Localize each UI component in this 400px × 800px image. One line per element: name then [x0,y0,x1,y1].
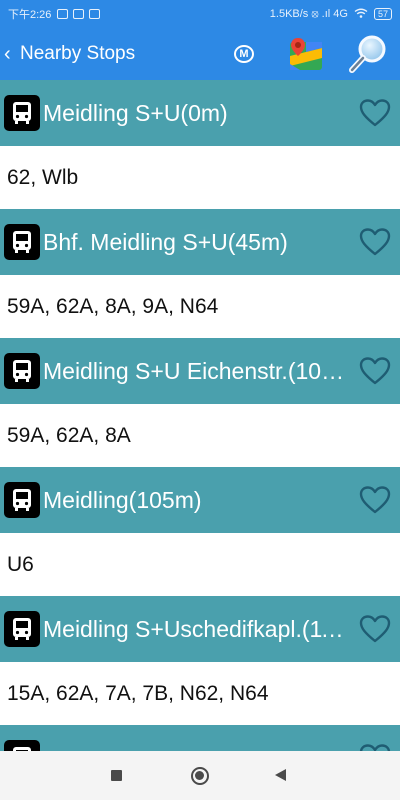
notification-icon [89,9,101,19]
bus-icon [4,482,40,518]
favorite-button[interactable] [358,98,392,128]
status-bar: 下午2:26 1.5KB/s ⦻ .ıl 4G 57 [0,0,400,28]
stop-header[interactable]: Bhf. Meidling S+U(45m) [0,209,400,275]
stop-lines[interactable]: 62, Wlb [0,146,400,209]
notification-icon [73,9,85,19]
favorite-button[interactable] [358,743,392,751]
stop-header[interactable]: Meidling S+U Eichenstr.(104m) [0,338,400,404]
favorite-button[interactable] [358,485,392,515]
stop-name: Meidling(105m) [43,486,202,513]
stop-lines[interactable]: 59A, 62A, 8A [0,404,400,467]
stop-header[interactable]: Meidling(105m) [0,467,400,533]
stop-lines[interactable]: 15A, 62A, 7A, 7B, N62, N64 [0,662,400,725]
stop-header[interactable] [0,725,400,751]
back-icon[interactable] [275,769,286,781]
map-icon [290,38,322,70]
heart-icon [359,228,391,256]
bus-icon [4,95,40,131]
app-bar: ‹ Nearby Stops M [0,28,400,80]
screen: 下午2:26 1.5KB/s ⦻ .ıl 4G 57 ‹ Nearby Stop… [0,0,400,800]
stop-lines[interactable]: U6 [0,533,400,596]
notification-icons [57,9,101,19]
bus-icon [4,224,40,260]
search-icon [349,35,386,73]
status-time: 下午2:26 [8,9,52,21]
stop-header[interactable]: Meidling S+U(0m) [0,80,400,146]
app-title[interactable]: Nearby Stops [20,43,135,65]
metro-icon: M [234,45,254,63]
bus-icon [4,740,40,751]
heart-icon [359,615,391,643]
metro-button[interactable]: M [226,36,262,72]
heart-icon [359,99,391,127]
nearby-stops-list[interactable]: Meidling S+U(0m) 62, Wlb Bhf. Meidling S… [0,80,400,751]
favorite-button[interactable] [358,356,392,386]
stop-lines[interactable]: 59A, 62A, 8A, 9A, N64 [0,275,400,338]
search-button[interactable] [346,32,390,76]
stop-name: Bhf. Meidling S+U(45m) [43,228,288,255]
system-nav-bar [0,751,400,800]
status-network: 1.5KB/s ⦻ .ıl 4G [269,7,348,20]
stop-header[interactable]: Meidling S+Uschedifkapl.(110m) [0,596,400,662]
heart-icon [359,486,391,514]
home-icon[interactable] [191,767,209,785]
favorite-button[interactable] [358,227,392,257]
stop-name: Meidling S+U(0m) [43,99,228,126]
stop-name: Meidling S+U Eichenstr.(104m) [43,357,351,384]
recent-apps-icon[interactable] [111,770,122,781]
status-right: 1.5KB/s ⦻ .ıl 4G 57 [270,8,392,21]
bus-icon [4,353,40,389]
battery-indicator: 57 [373,8,392,20]
favorite-button[interactable] [358,614,392,644]
notification-icon [57,9,69,19]
map-button[interactable] [286,34,326,74]
bus-icon [4,611,40,647]
heart-icon [359,357,391,385]
stop-name: Meidling S+Uschedifkapl.(110m) [43,615,351,642]
chevron-left-icon[interactable]: ‹ [4,44,16,64]
heart-icon [359,744,391,751]
wifi-icon [354,8,368,21]
